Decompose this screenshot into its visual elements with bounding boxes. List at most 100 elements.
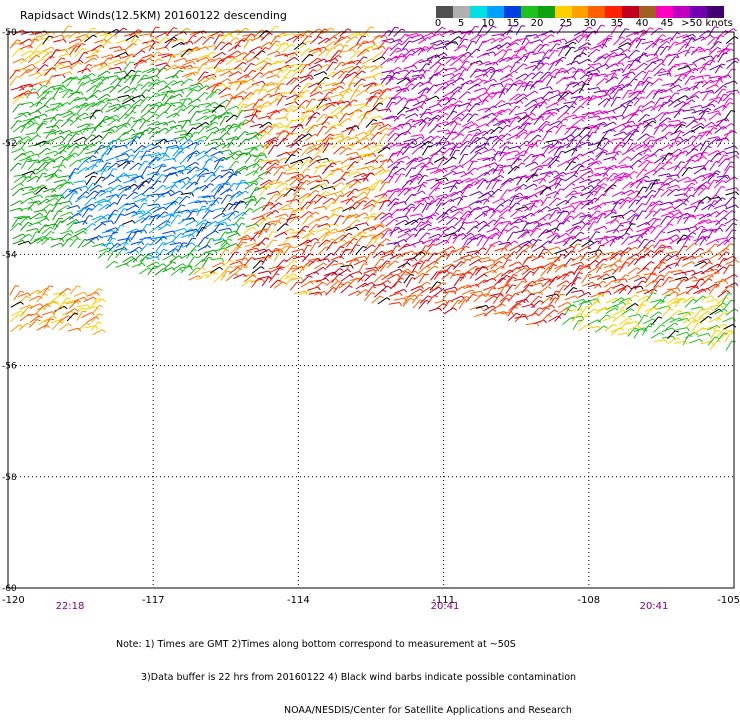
wind-barb-flag [663, 101, 668, 104]
wind-barb-flag [734, 36, 739, 39]
wind-barb-flag [370, 188, 375, 191]
wind-barb-flag [515, 61, 520, 64]
wind-barb-flag [639, 122, 644, 125]
wind-barb-flag [680, 131, 685, 134]
wind-barb-flag [735, 191, 739, 196]
wind-barb-flag [643, 52, 648, 54]
wind-barb-flag [455, 149, 460, 152]
wind-barb-flag [723, 52, 728, 55]
wind-barb-flag [625, 28, 630, 31]
wind-barb-flag [185, 98, 191, 100]
wind-barb-flag [735, 187, 740, 192]
wind-barb-flag [113, 168, 118, 170]
wind-barb-flag [186, 27, 191, 31]
wind-barb-flag [728, 98, 733, 100]
wind-barb-flag [474, 25, 480, 28]
wind-barb-flag [91, 27, 97, 30]
wind-barb-flag [233, 138, 238, 140]
wind-barb-flag [171, 55, 176, 58]
wind-barb-flag [735, 204, 739, 209]
wind-barb-flag [138, 29, 143, 33]
wind-barb-flag [73, 192, 78, 194]
wind-barb-flag [512, 25, 517, 27]
wind-barb-flag [122, 194, 127, 196]
wind-barb-flag [336, 208, 341, 210]
wind-barb-flag [394, 26, 399, 29]
wind-barb-flag [699, 202, 704, 204]
wind-barb-flag [535, 200, 540, 203]
wind-barb-flag [561, 150, 566, 153]
wind-barb-flag [734, 145, 738, 150]
wind-barb-flag [280, 83, 285, 85]
wind-barb-flag [732, 28, 737, 32]
wind-barb-flag [200, 175, 205, 177]
wind-barb-flag [497, 151, 502, 153]
wind-barb-flag [305, 115, 311, 117]
wind-barb-flag [537, 168, 542, 170]
wind-barb-flag [616, 96, 621, 99]
wind-barb-flag [734, 80, 738, 85]
wind-barb-flag [68, 25, 73, 28]
wind-barb-flag [393, 166, 398, 169]
wind-barb-flag [608, 37, 613, 40]
wind-barb-flag [391, 101, 397, 104]
wind-barb-flag [318, 28, 323, 32]
wind-barb-flag [736, 151, 740, 156]
wind-barb-flag [628, 104, 633, 107]
wind-barb-flag [351, 82, 356, 85]
wind-barb-flag [734, 60, 739, 64]
wind-barb-flag [169, 145, 174, 148]
wind-barb-flag [249, 38, 254, 41]
wind-barb-flag [584, 83, 589, 86]
wind-barb-flag [32, 88, 37, 90]
wind-barb-flag [483, 40, 488, 43]
wind-barb-flag [219, 186, 224, 188]
wind-barb-flag [274, 25, 279, 28]
wind-barb-flag [552, 76, 557, 78]
wind-barb-flag [492, 179, 497, 182]
wind-barb-flag [202, 63, 207, 65]
wind-barb-flag [378, 97, 383, 100]
wind-barb-flag [441, 26, 446, 30]
wind-barb-flag [649, 27, 654, 30]
wind-barb-flag [58, 217, 63, 220]
wind-barb-flag [691, 38, 696, 40]
wind-barb-flag [330, 27, 335, 31]
wind-barb-flag [600, 24, 606, 27]
wind-barb-flag [467, 213, 472, 216]
wind-barb-flag [616, 25, 622, 28]
wind-barb-flag [425, 88, 430, 91]
wind-barb-flag [155, 215, 160, 217]
wind-barb-flag [282, 172, 287, 174]
wind-barb-flag [588, 26, 593, 29]
wind-barb-flag [123, 27, 128, 31]
wind-barb-flag [655, 179, 660, 181]
wind-barb-flag [154, 173, 159, 176]
wind-barb-flag [736, 89, 740, 94]
wind-barb-flag [370, 26, 375, 29]
wind-barb-flag [104, 153, 109, 155]
wind-barb-flag [481, 34, 486, 36]
wind-barb-flag [202, 205, 207, 208]
wind-barb-flag [215, 116, 220, 118]
wind-barb-flag [344, 45, 349, 47]
wind-barb-flag [563, 46, 568, 48]
wind-map: -120 -117 -114 -111 -108 -105-50-52-54-56-58-… [2, 24, 740, 612]
wind-barb-flag [291, 213, 296, 216]
wind-barb-flag [106, 33, 112, 36]
wind-barb-flag [392, 152, 397, 155]
wind-barb-flag [428, 145, 433, 148]
wind-barb-flag [735, 155, 740, 159]
wind-barb-flag [473, 160, 478, 163]
wind-barb-flag [385, 200, 390, 202]
wind-barb-flag [401, 28, 406, 32]
wind-barb-flag [527, 34, 532, 37]
wind-barb-flag [456, 104, 461, 107]
wind-barb-flag [505, 146, 510, 148]
wind-barb-flag [705, 140, 710, 142]
wind-barb-flag [147, 166, 152, 168]
wind-barb-flag [504, 88, 509, 90]
wind-barb-flag [492, 25, 497, 28]
wind-barb-flag [483, 25, 488, 28]
wind-barb-flag [521, 25, 526, 27]
